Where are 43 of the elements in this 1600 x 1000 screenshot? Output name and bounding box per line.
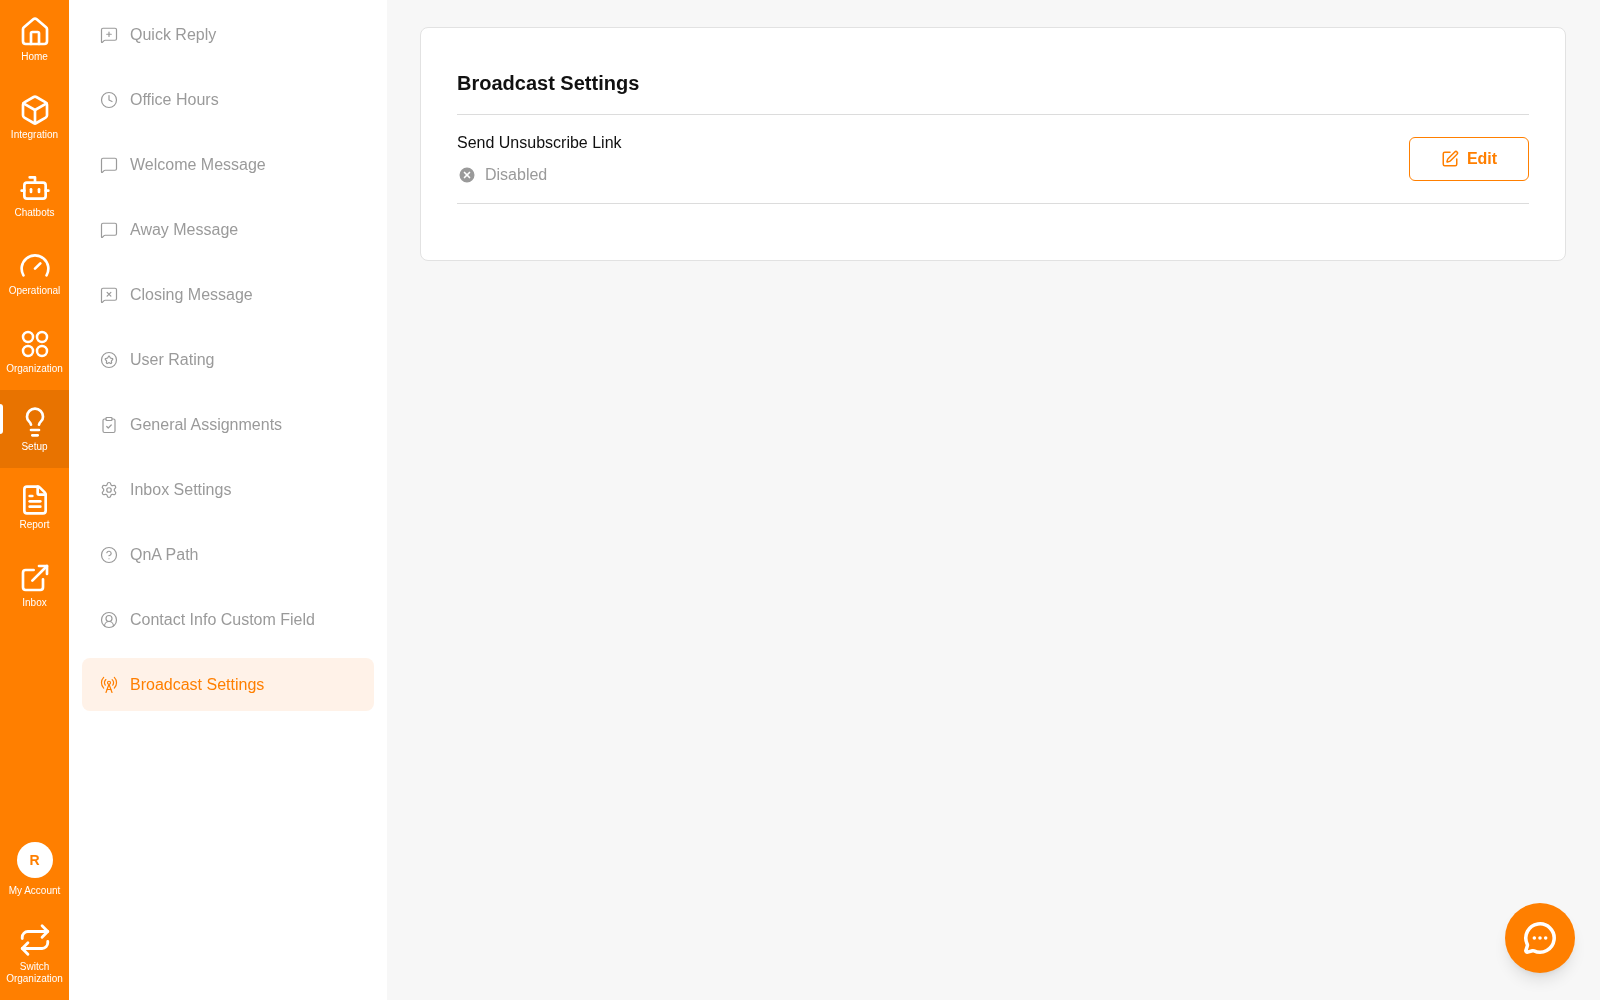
menu-item[interactable]: QnA Path	[82, 528, 374, 581]
menu-item[interactable]: Broadcast Settings	[82, 658, 374, 711]
setting-name: Send Unsubscribe Link	[457, 133, 622, 153]
message-x-icon	[100, 285, 118, 304]
switch-organization-button[interactable]: Switch Organization	[0, 908, 69, 1000]
chat-button[interactable]	[1505, 903, 1575, 973]
rail-item[interactable]: Integration	[0, 78, 69, 156]
menu-item[interactable]: General Assignments	[82, 398, 374, 451]
star-circle-icon	[100, 350, 118, 369]
rail-item[interactable]: Inbox	[0, 546, 69, 624]
card-title: Broadcast Settings	[457, 68, 1529, 115]
message-icon	[100, 155, 118, 174]
my-account-button[interactable]: R My Account	[0, 830, 69, 908]
rail-item[interactable]: Operational	[0, 234, 69, 312]
menu-item[interactable]: Welcome Message	[82, 138, 374, 191]
user-circle-icon	[100, 610, 118, 629]
help-icon	[100, 545, 118, 564]
menu-item[interactable]: Office Hours	[82, 73, 374, 126]
setting-status: Disabled	[457, 163, 622, 187]
edit-icon	[1440, 150, 1459, 168]
rail-item[interactable]: Setup	[0, 390, 69, 468]
active-indicator	[0, 404, 3, 434]
menu-item[interactable]: Closing Message	[82, 268, 374, 321]
broadcast-icon	[100, 675, 118, 694]
settings-icon	[100, 480, 118, 499]
message-plus-icon	[100, 25, 118, 44]
rail-item[interactable]: Chatbots	[0, 156, 69, 234]
switch-label: Switch Organization	[5, 960, 64, 986]
menu-item[interactable]: Quick Reply	[82, 8, 374, 61]
menu-item[interactable]: Inbox Settings	[82, 463, 374, 516]
message-icon	[100, 220, 118, 239]
rail-item[interactable]: Home	[0, 0, 69, 78]
clock-icon	[100, 90, 118, 109]
menu-item[interactable]: Contact Info Custom Field	[82, 593, 374, 646]
rail-item[interactable]: Organization	[0, 312, 69, 390]
edit-button[interactable]: Edit	[1409, 137, 1529, 181]
rail-item[interactable]: Report	[0, 468, 69, 546]
clipboard-check-icon	[100, 415, 118, 434]
x-circle-icon	[457, 165, 477, 185]
chat-bubble-icon	[1523, 921, 1557, 955]
account-label: My Account	[8, 886, 61, 896]
menu-item[interactable]: User Rating	[82, 333, 374, 386]
menu-item[interactable]: Away Message	[82, 203, 374, 256]
